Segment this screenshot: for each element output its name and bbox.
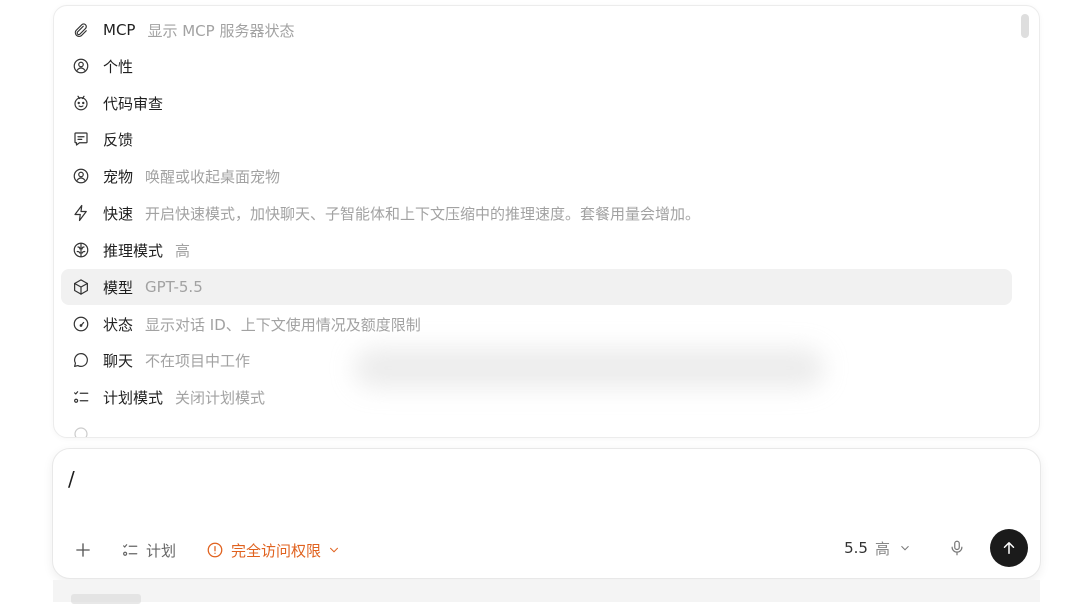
menu-item-label: MCP: [103, 21, 136, 39]
composer-toolbar-right: 5.5 高: [844, 529, 1028, 567]
model-selector[interactable]: 5.5 高: [844, 538, 912, 559]
chevron-down-icon: [901, 545, 909, 551]
menu-item-mcp[interactable]: MCP 显示 MCP 服务器状态: [61, 12, 1012, 48]
alert-circle-icon: [207, 542, 223, 558]
menu-item-label: 代码审查: [103, 94, 164, 113]
menu-item-label: 宠物: [103, 167, 134, 186]
send-button[interactable]: [990, 529, 1028, 567]
menu-item-desc: 不在项目中工作: [145, 351, 251, 370]
lightning-icon: [71, 203, 91, 223]
menu-item-code-review[interactable]: 代码审查: [61, 85, 1012, 121]
add-attachment-button[interactable]: [71, 538, 95, 562]
paperclip-icon: [71, 20, 91, 40]
menu-item-desc: 显示对话 ID、上下文使用情况及额度限制: [145, 315, 421, 334]
feedback-icon: [71, 129, 91, 149]
access-permission-button[interactable]: 完全访问权限: [206, 540, 341, 561]
model-version: 5.5: [844, 539, 868, 557]
partial-content: [71, 594, 141, 604]
menu-item-label: 个性: [103, 57, 134, 76]
plan-label: 计划: [146, 541, 177, 560]
menu-scrollbar[interactable]: [1021, 14, 1029, 38]
menu-item-desc: GPT-5.5: [145, 278, 203, 296]
composer-input[interactable]: /: [68, 467, 75, 491]
access-label: 完全访问权限: [231, 541, 322, 560]
bottom-strip: [53, 580, 1040, 604]
composer-toolbar-left: 计划 完全访问权限: [71, 536, 341, 564]
menu-item-desc: 显示 MCP 服务器状态: [147, 21, 295, 40]
menu-item-status[interactable]: 状态 显示对话 ID、上下文使用情况及额度限制: [61, 306, 1012, 342]
user-circle-icon: [71, 56, 91, 76]
cube-icon: [71, 277, 91, 297]
menu-item-label: 反馈: [103, 130, 134, 149]
gauge-icon: [71, 314, 91, 334]
menu-item-label: 聊天: [103, 351, 134, 370]
checklist-icon: [71, 387, 91, 407]
checklist-icon: [123, 544, 138, 556]
blur-overlay: [354, 348, 824, 388]
menu-item-label: 模型: [103, 278, 134, 297]
composer: / 计划 完全访问权限 5.5 高: [52, 448, 1041, 579]
menu-item-model[interactable]: 模型 GPT-5.5: [61, 269, 1012, 305]
menu-item-feedback[interactable]: 反馈: [61, 121, 1012, 157]
chat-bubble-icon: [71, 350, 91, 370]
menu-item-label: 计划模式: [103, 388, 164, 407]
chevron-down-icon: [330, 547, 339, 553]
menu-item-label: 状态: [103, 315, 134, 334]
pet-icon: [71, 166, 91, 186]
plus-icon: [76, 543, 90, 557]
microphone-button[interactable]: [946, 537, 968, 559]
menu-item-label: 推理模式: [103, 241, 164, 260]
menu-item-desc: 关闭计划模式: [175, 388, 266, 407]
menu-item-fast[interactable]: 快速 开启快速模式，加快聊天、子智能体和上下文压缩中的推理速度。套餐用量会增加。: [61, 195, 1012, 231]
menu-item-pet[interactable]: 宠物 唤醒或收起桌面宠物: [61, 158, 1012, 194]
partial-icon: [71, 424, 91, 437]
slash-command-menu: MCP 显示 MCP 服务器状态 个性 代码审查 反馈 宠物 唤醒或收起桌面宠物: [53, 5, 1040, 438]
menu-item-desc: 唤醒或收起桌面宠物: [145, 167, 281, 186]
menu-item-reasoning-mode[interactable]: 推理模式 高: [61, 232, 1012, 268]
model-effort: 高: [874, 539, 890, 558]
arrow-up-icon: [1003, 542, 1015, 554]
bug-face-icon: [71, 93, 91, 113]
menu-item-desc: 开启快速模式，加快聊天、子智能体和上下文压缩中的推理速度。套餐用量会增加。: [145, 204, 701, 223]
menu-item-label: 快速: [103, 204, 134, 223]
menu-item-desc: 高: [175, 241, 191, 260]
menu-item-partial[interactable]: [61, 416, 1012, 437]
brain-icon: [71, 240, 91, 260]
microphone-icon: [951, 540, 963, 556]
menu-item-personality[interactable]: 个性: [61, 48, 1012, 84]
plan-button[interactable]: 计划: [121, 540, 176, 561]
